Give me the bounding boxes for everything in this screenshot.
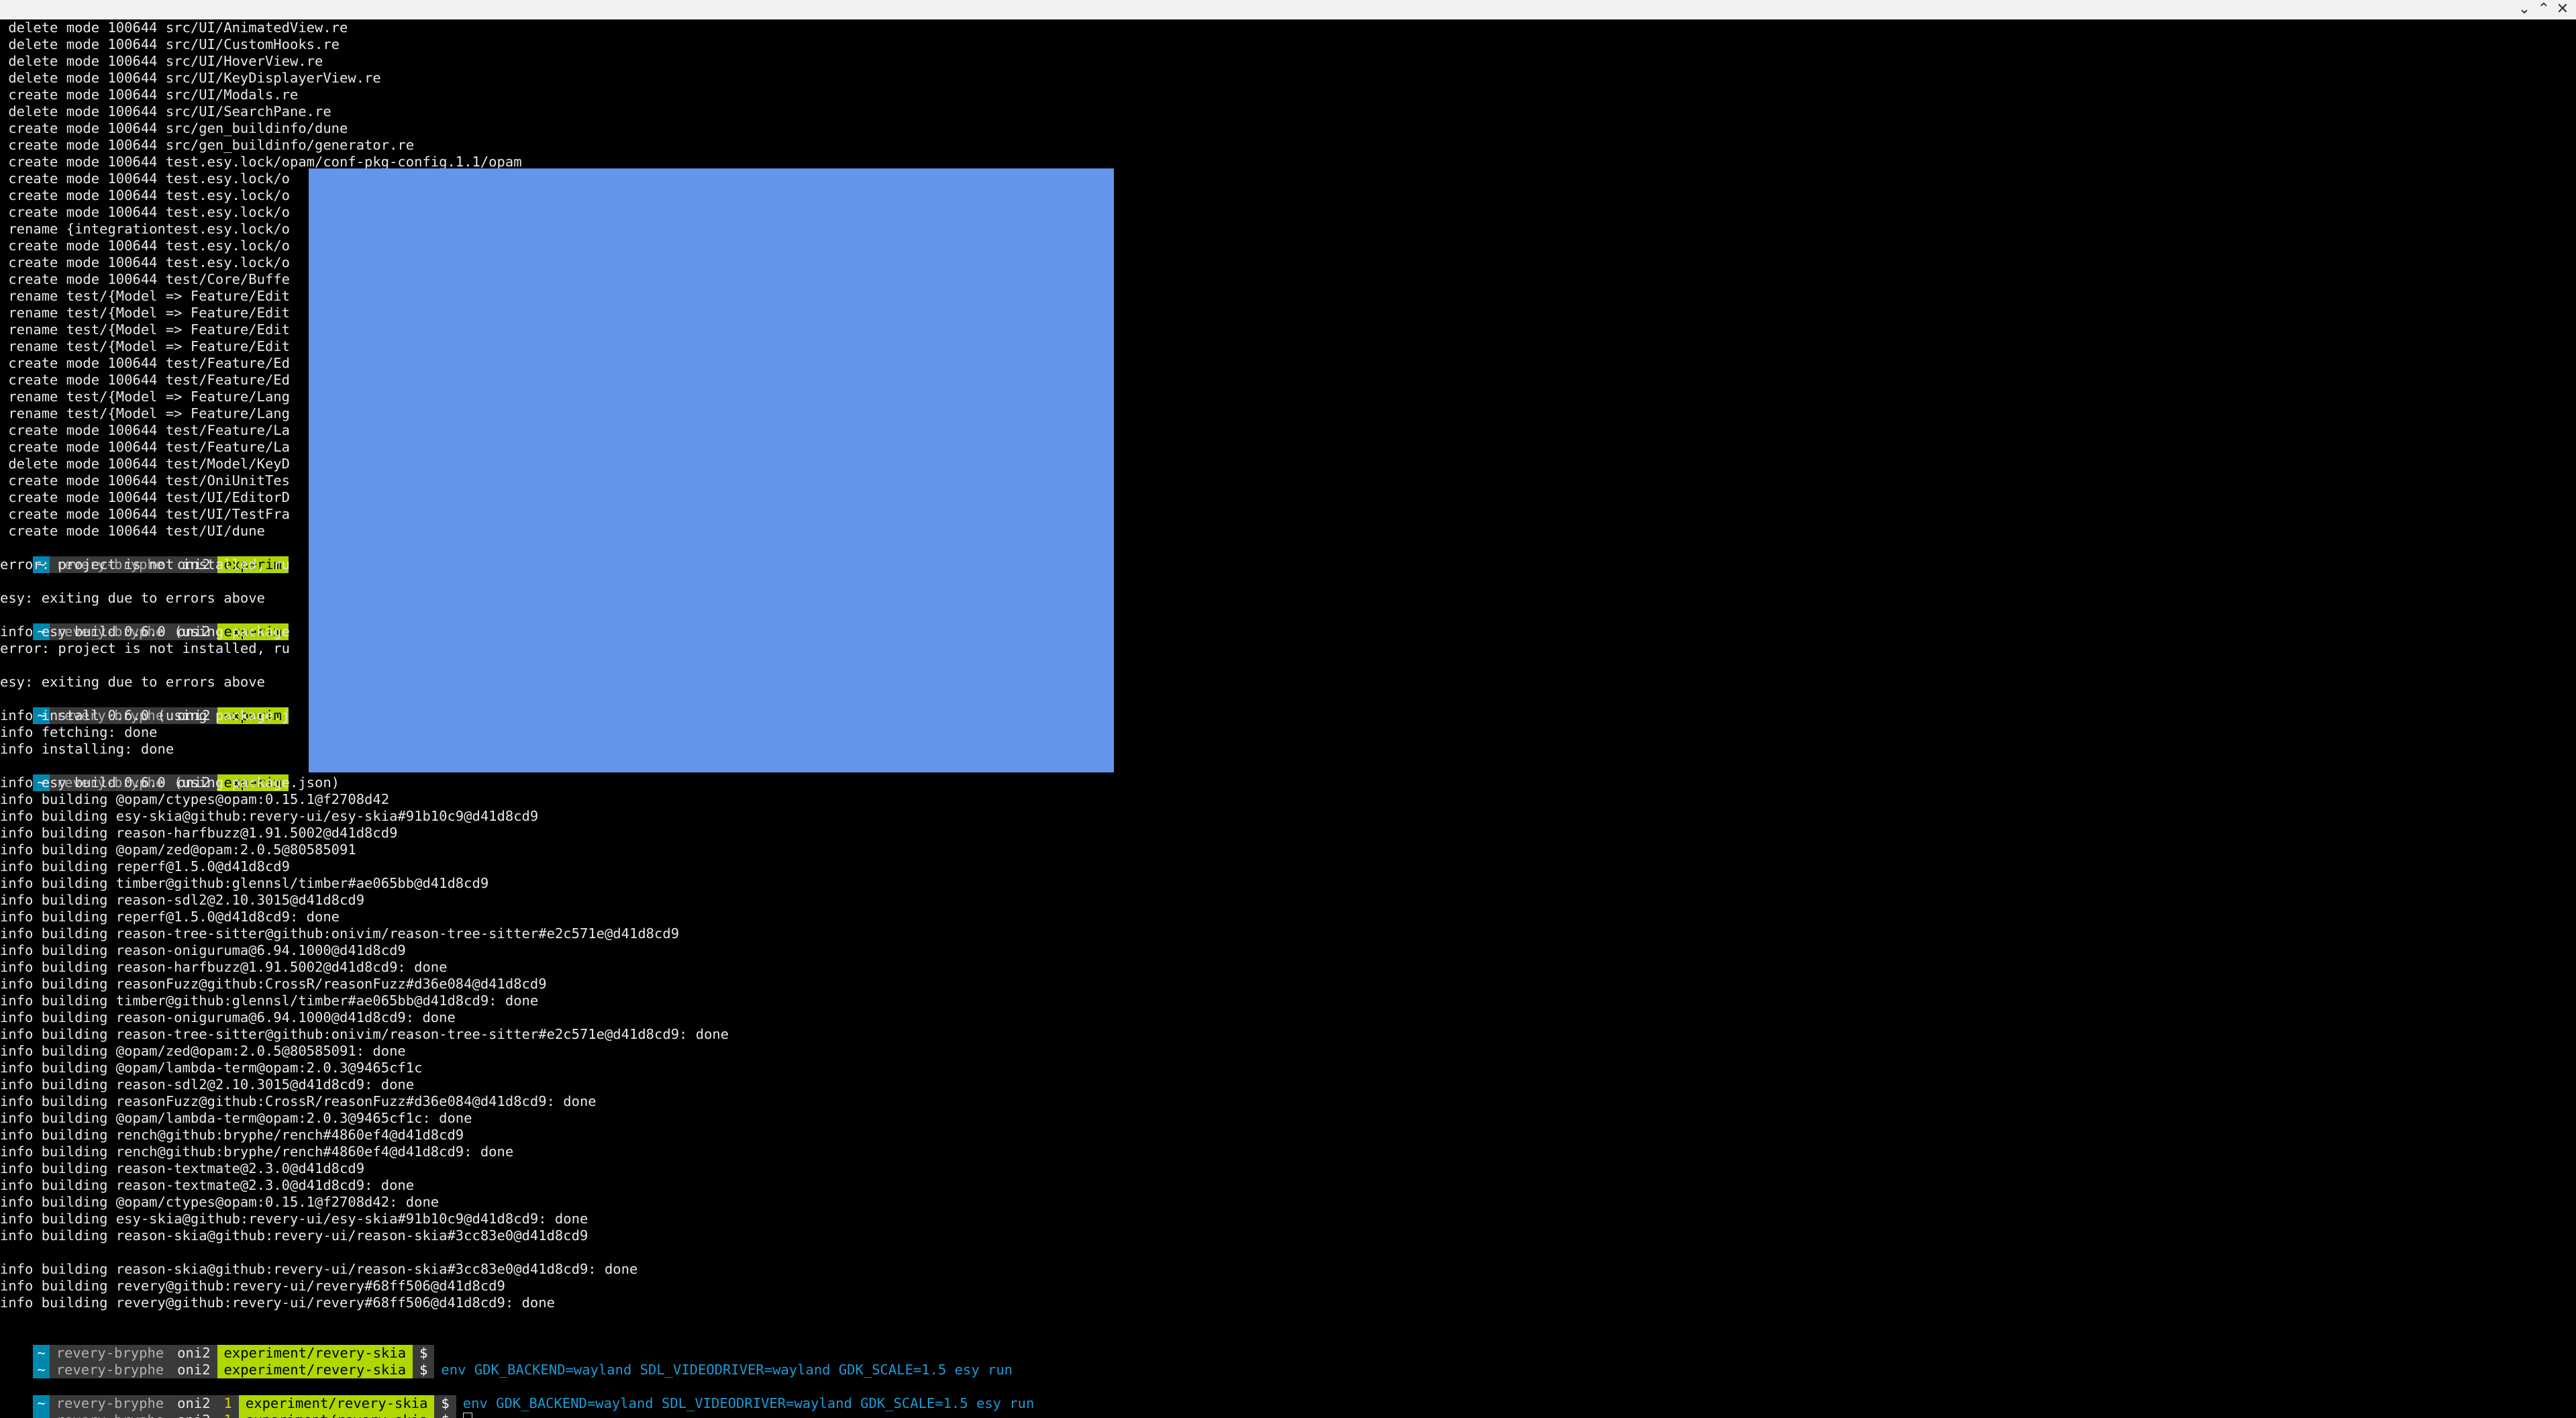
terminal-line: rename test/{Model => Feature/Lang <box>0 389 290 405</box>
terminal-line: create mode 100644 test.esy.lock/o <box>0 254 290 270</box>
shell-prompt: ~ revery-bryphe oni2 1 experiment/revery-ski… <box>0 1378 1034 1412</box>
terminal-line: info building reason-oniguruma@6.94.1000… <box>0 942 406 958</box>
terminal-line: create mode 100644 src/UI/Modals.re <box>0 87 299 103</box>
prompt-dir-segment: oni2 <box>170 1362 217 1378</box>
terminal-line: info building timber@github:glennsl/timb… <box>0 993 539 1009</box>
shell-prompt: ~ revery-bryphe oni2 experiment/revery-skia… <box>0 1328 435 1362</box>
terminal-line: info fetching: done <box>0 724 158 740</box>
terminal-line: info building reperf@1.5.0@d41d8cd9 <box>0 858 290 874</box>
terminal-line: delete mode 100644 src/UI/AnimatedView.r… <box>0 19 348 36</box>
terminal-line: info building esy-skia@github:revery-ui/… <box>0 808 539 824</box>
terminal-line: delete mode 100644 src/UI/HoverView.re <box>0 53 323 69</box>
prompt-symbol: $ <box>434 1412 456 1418</box>
terminal-line: info building reasonFuzz@github:CrossR/r… <box>0 1093 597 1109</box>
close-icon[interactable]: ✕ <box>2554 1 2571 17</box>
terminal-line: delete mode 100644 src/UI/CustomHooks.re <box>0 36 340 52</box>
prompt-command: env GDK_BACKEND=wayland SDL_VIDEODRIVER=… <box>441 1362 1013 1378</box>
prompt-user-segment: revery-bryphe <box>49 1362 171 1378</box>
shell-prompt: ~ revery-bryphe oni2 experim <box>0 758 289 791</box>
prompt-branch-segment: experiment/revery-skia <box>238 1412 435 1418</box>
terminal-line: info building reason-skia@github:revery-… <box>0 1261 638 1277</box>
terminal-line: info building rench@github:bryphe/rench#… <box>0 1127 464 1143</box>
terminal-line: create mode 100644 test/Feature/Ed <box>0 372 290 388</box>
prompt-home-segment: ~ <box>33 1362 50 1378</box>
prompt-jobs-segment: 1 <box>217 1412 239 1418</box>
terminal-line: rename {integrationtest.esy.lock/o <box>0 221 290 237</box>
terminal-line: esy: exiting due to errors above <box>0 590 265 606</box>
terminal-line: info building reason-sdl2@2.10.3015@d41d… <box>0 1076 415 1093</box>
terminal-line: info esy build 0.6.0 (using package.json… <box>0 774 340 791</box>
terminal-line: info building @opam/lambda-term@opam:2.0… <box>0 1060 423 1076</box>
shell-prompt: ~ revery-bryphe oni2 experiment/revery-skia… <box>0 1345 1013 1378</box>
minimize-icon[interactable]: ⌄ <box>2516 1 2533 17</box>
prompt-branch-segment: experiment/revery-skia <box>217 1362 413 1378</box>
terminal-line: create mode 100644 test.esy.lock/o <box>0 187 290 203</box>
terminal-line: esy: exiting due to errors above <box>0 674 265 690</box>
prompt-home-segment: ~ <box>33 1412 50 1418</box>
terminal-line: info building @opam/zed@opam:2.0.5@80585… <box>0 842 356 858</box>
terminal-line: rename test/{Model => Feature/Edit <box>0 321 290 338</box>
prompt-command: env GDK_BACKEND=wayland SDL_VIDEODRIVER=… <box>462 1395 1035 1411</box>
shell-prompt: ~ revery-bryphe oni2 experim <box>0 691 289 724</box>
prompt-dir-segment: oni2 <box>170 1412 217 1418</box>
terminal-line: create mode 100644 test/Feature/La <box>0 439 290 455</box>
terminal-line: rename test/{Model => Feature/Lang <box>0 405 290 421</box>
terminal-line: error: project is not installed, ru <box>0 640 290 656</box>
terminal-line: rename test/{Model => Feature/Edit <box>0 305 290 321</box>
terminal-line: create mode 100644 src/gen_buildinfo/gen… <box>0 137 415 153</box>
terminal-line: info building reason-sdl2@2.10.3015@d41d… <box>0 892 365 908</box>
terminal-line: create mode 100644 test.esy.lock/o <box>0 238 290 254</box>
terminal-line: info building reason-tree-sitter@github:… <box>0 925 680 942</box>
terminal-line: info building esy-skia@github:revery-ui/… <box>0 1211 588 1227</box>
terminal-line: info building reason-harfbuzz@1.91.5002@… <box>0 959 448 975</box>
terminal-line: info building reason-oniguruma@6.94.1000… <box>0 1009 456 1025</box>
terminal-line: delete mode 100644 src/UI/SearchPane.re <box>0 103 331 119</box>
terminal-line: info building @opam/lambda-term@opam:2.0… <box>0 1110 472 1126</box>
terminal-line: delete mode 100644 src/UI/KeyDisplayerVi… <box>0 70 381 86</box>
terminal-line: info install 0.6.0 (using package.j <box>0 707 290 723</box>
shell-prompt: ~ revery-bryphe oni2 experim <box>0 607 289 640</box>
terminal-line: create mode 100644 test/UI/TestFra <box>0 506 290 522</box>
terminal-line: info building revery@github:revery-ui/re… <box>0 1295 555 1311</box>
shell-prompt: ~ revery-bryphe oni2 experim <box>0 540 289 573</box>
terminal-line: delete mode 100644 test/Model/KeyD <box>0 456 290 472</box>
terminal-line: error: project is not installed, ru <box>0 556 290 572</box>
terminal-line: info building reperf@1.5.0@d41d8cd9: don… <box>0 909 340 925</box>
window-titlebar: ⌄ ⌃ ✕ <box>0 0 2576 20</box>
terminal-line: create mode 100644 test.esy.lock/o <box>0 204 290 220</box>
terminal-line: info installing: done <box>0 741 174 757</box>
terminal-line: info building timber@github:glennsl/timb… <box>0 875 489 891</box>
terminal-line: info building reason-textmate@2.3.0@d41d… <box>0 1160 365 1176</box>
terminal-line: info esy build 0.6.0 (using package <box>0 623 290 640</box>
terminal-line: rename test/{Model => Feature/Edit <box>0 288 290 304</box>
terminal-line: create mode 100644 test/Feature/Ed <box>0 355 290 371</box>
terminal-line: info building @opam/ctypes@opam:0.15.1@f… <box>0 791 390 807</box>
prompt-user-segment: revery-bryphe <box>49 1412 171 1418</box>
terminal-line: info building reason-textmate@2.3.0@d41d… <box>0 1177 415 1193</box>
terminal-line: create mode 100644 test/Feature/La <box>0 422 290 438</box>
terminal-line: info building reason-harfbuzz@1.91.5002@… <box>0 825 398 841</box>
text-cursor[interactable] <box>462 1413 472 1418</box>
terminal-line: create mode 100644 src/gen_buildinfo/dun… <box>0 120 348 136</box>
terminal-line: info building reason-skia@github:revery-… <box>0 1227 588 1244</box>
terminal-line: info building @opam/zed@opam:2.0.5@80585… <box>0 1043 406 1059</box>
terminal-line: info building rench@github:bryphe/rench#… <box>0 1144 514 1160</box>
terminal-line: info building reasonFuzz@github:CrossR/r… <box>0 976 547 992</box>
terminal-line: create mode 100644 test/OniUnitTes <box>0 472 290 489</box>
terminal-line: create mode 100644 test/Core/Buffe <box>0 271 290 287</box>
terminal-line: info building reason-tree-sitter@github:… <box>0 1026 729 1042</box>
app-window-overlay[interactable] <box>309 168 1114 772</box>
terminal-line: create mode 100644 test/UI/dune <box>0 523 265 539</box>
terminal-line: create mode 100644 test/UI/EditorD <box>0 489 290 505</box>
maximize-icon[interactable]: ⌃ <box>2535 1 2553 17</box>
terminal-line: create mode 100644 test.esy.lock/o <box>0 170 290 187</box>
prompt-symbol: $ <box>413 1362 435 1378</box>
terminal-line: info building revery@github:revery-ui/re… <box>0 1278 505 1294</box>
terminal-line: rename test/{Model => Feature/Edit <box>0 338 290 354</box>
terminal-line: info building @opam/ctypes@opam:0.15.1@f… <box>0 1194 440 1210</box>
shell-prompt[interactable]: ~revery-brypheoni21experiment/revery-ski… <box>0 1395 472 1418</box>
